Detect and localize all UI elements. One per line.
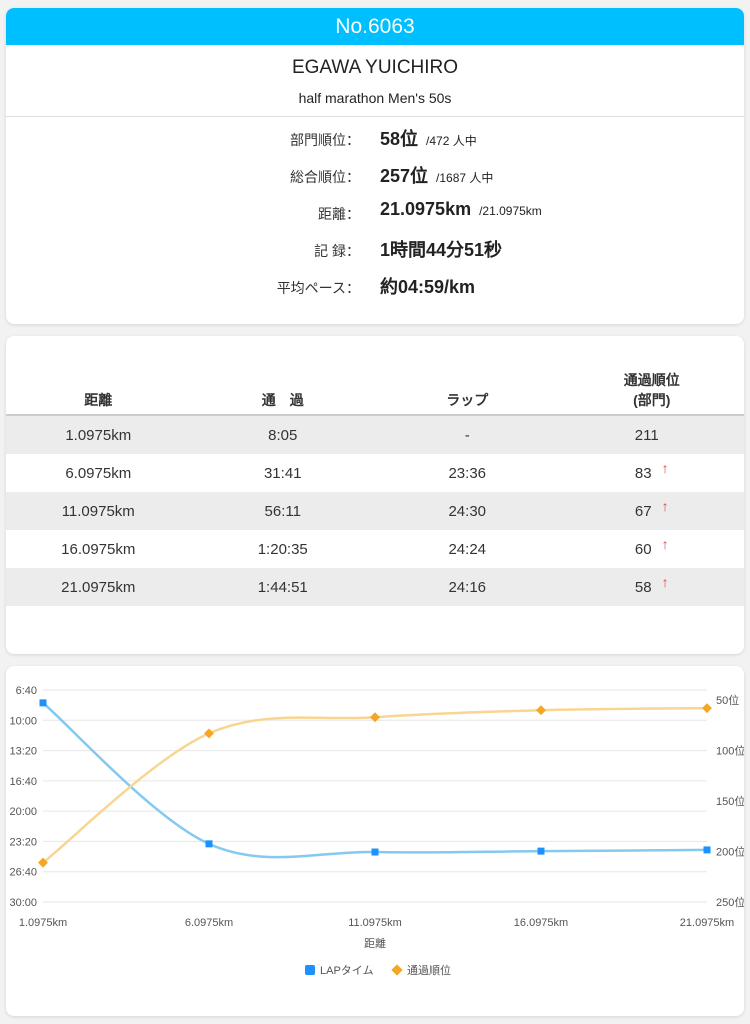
runner-name: EGAWA YUICHIRO (291, 57, 459, 78)
chart-card: 6:40 10:00 13:20 16:40 20:00 23:20 26:40 30:00 5… (6, 666, 744, 1016)
x-tick-label: 1.0975km (19, 917, 67, 929)
cell-distance: 16.0975km (61, 540, 136, 558)
series-line-passage-rank (42, 706, 708, 864)
cell-lap: 24:24 (448, 540, 487, 558)
cell-rank: 211 (559, 415, 744, 454)
cell-lap: 24:30 (375, 492, 560, 530)
stat-row-division-rank: 部門順位： 58位/472 人中 (6, 121, 744, 158)
y-left-tick-label: 16:40 (9, 776, 37, 788)
pace-rank-chart: 6:40 10:00 13:20 16:40 20:00 23:20 26:40 30:00 5… (9, 685, 744, 977)
stat-value: 1時間44分51秒 (380, 240, 503, 260)
y-left-tick-label: 20:00 (9, 806, 37, 818)
arrow-up-icon: ↑ (661, 535, 669, 552)
stat-row-record: 記 録： 1時間44分51秒 (6, 232, 744, 269)
stat-sub: /1687 人中 (436, 171, 494, 185)
cell-distance: 21.0975km (6, 568, 191, 606)
splits-table: 距離 通 過 ラップ 通過順位 (部門) 1.0975km 8:05 - 211 … (6, 368, 744, 606)
cell-passage: 8:05 (190, 415, 375, 454)
arrow-up-icon: ↑ (661, 497, 669, 514)
cell-rank: 60 ↑ (634, 535, 669, 558)
column-header-lap: ラップ (375, 368, 560, 416)
stat-sub: /472 人中 (426, 134, 477, 148)
splits-card: 距離 通 過 ラップ 通過順位 (部門) 1.0975km 8:05 - 211 … (6, 336, 744, 654)
cell-lap: - (375, 415, 560, 454)
stat-label: 記 録： (314, 243, 360, 259)
data-point-passage-rank (536, 705, 546, 716)
cell-lap: 23:36 (448, 464, 487, 482)
stat-row-distance: 距離： 21.0975km/21.0975km (6, 195, 744, 232)
cell-passage: 56:11 (190, 492, 375, 530)
table-row: 21.0975km 1:44:51 24:16 58 ↑ (6, 568, 744, 606)
table-row: 6.0975km 31:41 23:36 83 ↑ (6, 454, 744, 492)
column-header-distance: 距離 (6, 368, 191, 416)
table-row: 11.0975km 56:11 24:30 67 ↑ (6, 492, 744, 530)
data-point-lap-time (703, 846, 711, 854)
table-header-row: 距離 通 過 ラップ 通過順位 (部門) (6, 368, 744, 416)
cell-passage: 31:41 (263, 464, 302, 482)
column-header-rank: 通過順位 (部門) (559, 368, 744, 416)
cell-distance: 6.0975km (65, 464, 132, 482)
y-right-tick-label: 200位 (716, 845, 744, 859)
x-axis-label: 距離 (364, 936, 386, 950)
legend-label-lap-time: LAPタイム (320, 964, 374, 977)
series-line-lap-time (42, 701, 708, 859)
race-category: half marathon Men's 50s (298, 90, 452, 106)
column-header-passage: 通 過 (190, 368, 375, 416)
bib-number: No.6063 (6, 8, 744, 45)
stat-sub: /21.0975km (479, 204, 542, 218)
stat-label: 平均ペース： (276, 280, 360, 296)
stat-value: 58位/472 人中 (380, 129, 477, 149)
cell-lap: 24:16 (375, 568, 560, 606)
table-row: 16.0975km 1:20:35 24:24 60 ↑ (6, 530, 744, 568)
stat-label: 距離： (318, 206, 360, 222)
stat-label: 総合順位： (290, 169, 360, 185)
legend-marker-passage-rank (391, 964, 403, 976)
x-tick-label: 16.0975km (514, 917, 568, 929)
runner-profile-card: No.6063 EGAWA YUICHIRO half marathon Men… (6, 8, 744, 324)
stat-row-overall-rank: 総合順位： 257位/1687 人中 (6, 158, 744, 195)
x-tick-label: 11.0975km (348, 917, 402, 929)
data-point-passage-rank (702, 703, 712, 714)
y-right-tick-label: 250位 (716, 895, 744, 909)
y-right-tick-label: 50位 (716, 693, 739, 707)
y-left-tick-label: 30:00 (9, 897, 37, 909)
arrow-up-icon: ↑ (661, 459, 669, 476)
cell-distance: 1.0975km (6, 415, 191, 454)
table-row: 1.0975km 8:05 - 211 (6, 415, 744, 454)
stats-list: 部門順位： 58位/472 人中 総合順位： 257位/1687 人中 距離： … (6, 121, 744, 306)
legend-marker-lap-time (305, 965, 315, 975)
x-tick-label: 6.0975km (185, 917, 233, 929)
y-left-tick-label: 6:40 (16, 685, 37, 697)
stat-value: 257位/1687 人中 (380, 166, 494, 186)
cell-rank: 58 ↑ (559, 568, 744, 606)
y-right-tick-label: 100位 (716, 744, 744, 758)
y-left-tick-label: 26:40 (9, 867, 37, 879)
x-tick-label: 21.0975km (680, 917, 734, 929)
y-left-tick-label: 10:00 (9, 715, 37, 727)
y-left-tick-label: 13:20 (9, 746, 37, 758)
arrow-up-icon: ↑ (661, 573, 669, 590)
cell-passage: 1:20:35 (257, 540, 308, 558)
data-point-lap-time (39, 699, 47, 707)
data-point-passage-rank (204, 728, 214, 739)
cell-passage: 1:44:51 (190, 568, 375, 606)
y-left-tick-label: 23:20 (9, 836, 37, 848)
data-point-lap-time (371, 848, 379, 856)
stat-value: 21.0975km/21.0975km (380, 199, 542, 219)
stat-label: 部門順位： (290, 132, 360, 148)
cell-rank: 83 ↑ (634, 459, 669, 482)
data-point-lap-time (537, 847, 545, 855)
cell-rank: 67 ↑ (559, 492, 744, 530)
legend-label-passage-rank: 通過順位 (407, 963, 451, 977)
y-right-tick-label: 150位 (716, 794, 744, 808)
divider (6, 116, 744, 117)
stat-row-average-pace: 平均ペース： 約04:59/km (6, 269, 744, 306)
cell-distance: 11.0975km (6, 492, 191, 530)
stat-value: 約04:59/km (380, 277, 476, 297)
data-point-lap-time (205, 840, 213, 848)
